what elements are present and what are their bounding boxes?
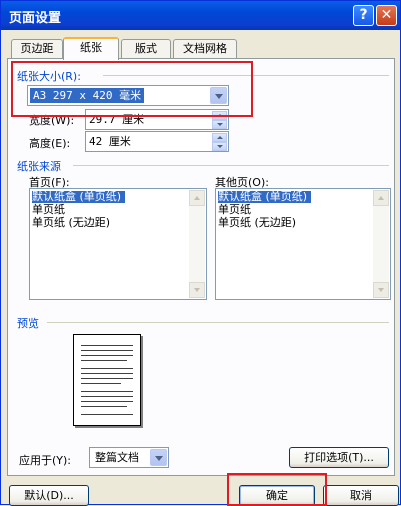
chevron-down-icon[interactable] <box>150 449 167 466</box>
width-decrease-icon[interactable] <box>212 120 227 129</box>
list-item[interactable]: 单页纸 (无边距) <box>32 217 110 229</box>
height-increase-icon[interactable] <box>212 133 227 142</box>
list-item[interactable]: 单页纸 (无边距) <box>218 217 296 229</box>
list-item[interactable]: 单页纸 <box>218 204 251 216</box>
dialog-title: 页面设置 <box>9 11 62 26</box>
tab-margins-label: 页边距 <box>20 42 54 55</box>
paper-size-value: A3 297 x 420 毫米 <box>30 88 145 103</box>
scroll-up-icon[interactable] <box>189 190 205 206</box>
scroll-down-icon[interactable] <box>189 282 205 298</box>
tab-paper[interactable]: 纸张 <box>63 37 119 60</box>
apply-to-label: 应用于(Y): <box>19 454 72 467</box>
first-page-scrollbar[interactable] <box>189 190 205 298</box>
width-stepper[interactable]: 29.7 厘米 <box>85 109 229 130</box>
apply-to-select[interactable]: 整篇文档 <box>89 447 169 468</box>
scroll-up-icon[interactable] <box>373 190 389 206</box>
tab-document-grid[interactable]: 文档网格 <box>173 39 237 58</box>
list-item[interactable]: 默认纸盒 (单页纸) <box>218 191 312 203</box>
paper-size-label: 纸张大小(R): <box>17 70 81 83</box>
list-item[interactable]: 默认纸盒 (单页纸) <box>32 191 126 203</box>
tab-layout-label: 版式 <box>135 42 157 55</box>
page-setup-dialog: 页面设置 ? ✕ 页边距 纸张 版式 文档网格 纸张大小(R): A3 297 … <box>0 0 401 506</box>
chevron-down-icon[interactable] <box>210 87 227 104</box>
help-icon: ? <box>359 7 368 23</box>
height-stepper[interactable]: 42 厘米 <box>85 131 229 152</box>
list-item[interactable]: 单页纸 <box>32 204 65 216</box>
first-page-list[interactable]: 默认纸盒 (单页纸) 单页纸 单页纸 (无边距) <box>29 188 207 300</box>
print-options-button[interactable]: 打印选项(T)... <box>289 447 389 468</box>
tab-margins[interactable]: 页边距 <box>11 39 63 58</box>
apply-to-value: 整篇文档 <box>95 451 139 464</box>
title-bar[interactable]: 页面设置 ? ✕ <box>1 1 400 30</box>
paper-size-divider <box>103 75 389 76</box>
tab-layout[interactable]: 版式 <box>121 39 171 58</box>
height-decrease-icon[interactable] <box>212 142 227 151</box>
scroll-down-icon[interactable] <box>373 282 389 298</box>
height-label: 高度(E): <box>29 137 71 150</box>
page-preview-thumbnail <box>73 334 141 426</box>
other-pages-list[interactable]: 默认纸盒 (单页纸) 单页纸 单页纸 (无边距) <box>215 188 391 300</box>
height-value: 42 厘米 <box>89 135 131 148</box>
width-label: 宽度(W): <box>29 114 75 127</box>
close-button[interactable]: ✕ <box>376 5 397 26</box>
help-button[interactable]: ? <box>353 5 374 26</box>
paper-source-divider <box>73 165 389 166</box>
paper-source-label: 纸张来源 <box>17 160 61 173</box>
close-icon: ✕ <box>380 7 393 23</box>
cancel-button[interactable]: 取消 <box>323 485 399 506</box>
width-value: 29.7 厘米 <box>89 113 145 126</box>
ok-button[interactable]: 确定 <box>239 485 315 506</box>
other-pages-scrollbar[interactable] <box>373 190 389 298</box>
tab-paper-label: 纸张 <box>80 41 102 54</box>
paper-size-select[interactable]: A3 297 x 420 毫米 <box>27 85 229 106</box>
preview-divider <box>47 322 389 323</box>
tab-document-grid-label: 文档网格 <box>183 42 227 55</box>
preview-label: 预览 <box>17 317 39 330</box>
default-button[interactable]: 默认(D)... <box>9 485 89 506</box>
width-increase-icon[interactable] <box>212 111 227 120</box>
